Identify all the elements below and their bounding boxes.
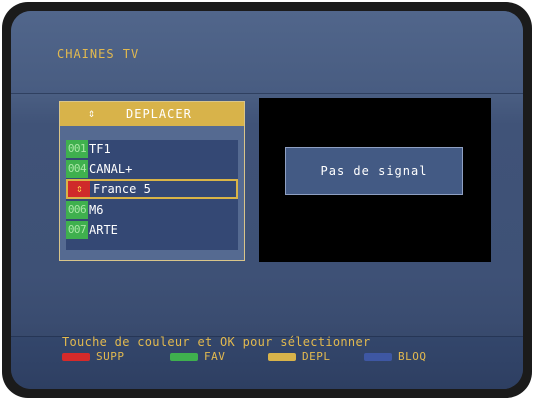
- tv-screen: CHAINES TV ⇕ DEPLACER 001 TF1 004 CANAL+…: [11, 11, 523, 389]
- blue-key-icon: [364, 353, 392, 361]
- channel-number: 001: [66, 140, 88, 158]
- channel-number: 006: [66, 201, 88, 219]
- channel-row[interactable]: 001 TF1: [66, 140, 238, 158]
- page-title: CHAINES TV: [57, 47, 140, 61]
- channel-name: M6: [89, 203, 104, 217]
- channel-preview: Pas de signal: [259, 98, 491, 262]
- legend-label: SUPP: [96, 350, 125, 363]
- channel-panel: ⇕ DEPLACER 001 TF1 004 CANAL+ ⇕ France 5…: [59, 101, 245, 261]
- channel-name: France 5: [93, 182, 151, 196]
- up-down-arrows-icon: ⇕: [68, 181, 90, 197]
- red-key-icon: [62, 353, 90, 361]
- move-mode-label: DEPLACER: [126, 107, 192, 121]
- channel-number: 004: [66, 160, 88, 178]
- channel-row[interactable]: 004 CANAL+: [66, 160, 238, 178]
- legend-label: FAV: [204, 350, 226, 363]
- green-key-icon: [170, 353, 198, 361]
- channel-name: TF1: [89, 142, 111, 156]
- legend-label: DEPL: [302, 350, 331, 363]
- footer-hint: Touche de couleur et OK pour sélectionne…: [62, 335, 371, 349]
- up-down-arrows-icon: ⇕: [88, 106, 97, 120]
- channel-list[interactable]: 001 TF1 004 CANAL+ ⇕ France 5 006 M6 007: [66, 140, 238, 250]
- channel-row-selected[interactable]: ⇕ France 5: [66, 179, 238, 199]
- legend-label: BLOQ: [398, 350, 427, 363]
- no-signal-message: Pas de signal: [285, 147, 463, 195]
- channel-number: 007: [66, 221, 88, 239]
- channel-row[interactable]: 007 ARTE: [66, 221, 238, 239]
- channel-name: ARTE: [89, 223, 118, 237]
- channel-name: CANAL+: [89, 162, 133, 176]
- channel-row[interactable]: 006 M6: [66, 201, 238, 219]
- move-mode-header: ⇕ DEPLACER: [60, 102, 244, 126]
- yellow-key-icon: [268, 353, 296, 361]
